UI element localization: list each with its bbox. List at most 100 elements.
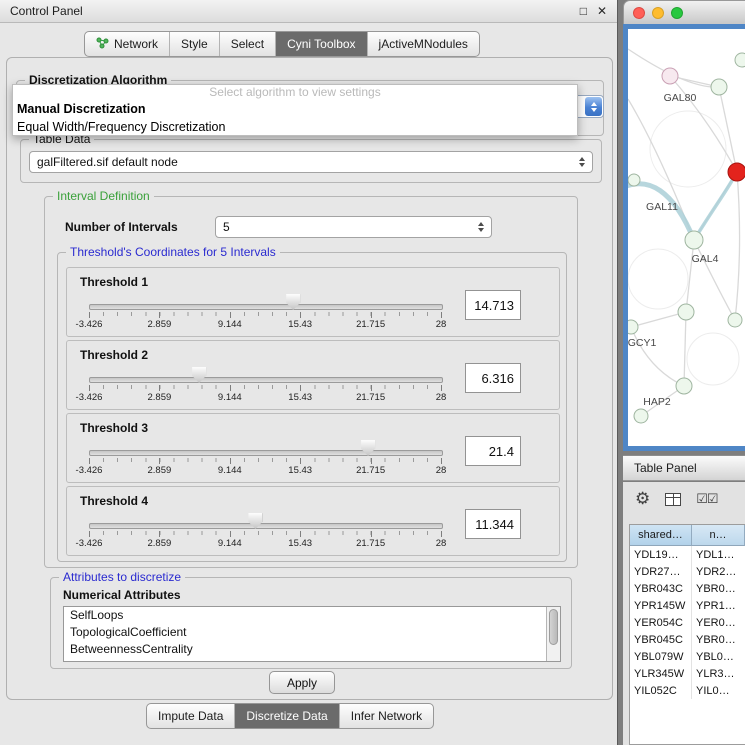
table-cell[interactable]: YDR27… [630,563,692,580]
tab-label: Discretize Data [246,709,327,723]
table-cell[interactable]: YBL0… [692,648,745,665]
combo-value: 5 [223,220,230,234]
threshold-4-value-input[interactable] [465,509,521,539]
tick-label: -3.426 [76,465,103,476]
table-cell[interactable]: YPR1… [692,597,745,614]
table-row[interactable]: YLR345WYLR3… [630,665,745,682]
float-window-icon[interactable]: □ [580,4,587,18]
tick-label: 21.715 [356,465,385,476]
combo-value: galFiltered.sif default node [37,155,178,169]
network-node[interactable] [662,68,678,84]
threshold-1-value-input[interactable] [465,290,521,320]
tab-label: Cyni Toolbox [287,37,355,51]
network-node[interactable] [678,304,694,320]
table-cell[interactable]: YER0… [692,614,745,631]
network-node[interactable] [711,79,727,95]
threshold-3-value-input[interactable] [465,436,521,466]
table-cell[interactable]: YBR0… [692,631,745,648]
tab-jactivemnodules[interactable]: jActiveMNodules [368,32,479,56]
list-item[interactable]: SelfLoops [64,607,560,624]
tab-select[interactable]: Select [220,32,276,56]
table-row[interactable]: YDL19…YDL1… [630,546,745,563]
tab-style[interactable]: Style [170,32,220,56]
threshold-2-slider[interactable] [89,377,443,383]
top-tab-bar: Network Style Select Cyni Toolbox jActiv… [84,31,480,57]
table-row[interactable]: YBR045CYBR0… [630,631,745,648]
threshold-2-value-input[interactable] [465,363,521,393]
slider-thumb[interactable] [286,294,300,310]
dropdown-item-equal-width-frequency[interactable]: Equal Width/Frequency Discretization [13,118,577,136]
tab-cyni-toolbox[interactable]: Cyni Toolbox [276,32,367,56]
close-button[interactable] [633,7,645,19]
slider-scale: -3.426 2.859 9.144 15.43 21.715 28 [89,385,441,407]
minimize-button[interactable] [652,7,664,19]
table-cell[interactable]: YDR2… [692,563,745,580]
table-cell[interactable]: YIL0… [692,682,745,699]
tab-infer-network[interactable]: Infer Network [340,704,433,728]
network-node[interactable] [728,313,742,327]
attributes-group: Attributes to discretize Numerical Attri… [50,577,572,669]
interval-definition-group: Interval Definition Number of Intervals … [44,196,578,568]
columns-icon[interactable] [665,493,681,506]
table-cell[interactable]: YBR043C [630,580,692,597]
network-node[interactable] [628,174,640,186]
slider-thumb[interactable] [361,440,375,456]
tab-label: jActiveMNodules [379,37,468,51]
column-header-name[interactable]: n… [692,525,745,546]
scrollbar-thumb[interactable] [549,609,558,645]
zoom-button[interactable] [671,7,683,19]
list-item[interactable]: BetweennessCentrality [64,641,560,658]
gear-icon[interactable]: ⚙ [635,490,650,508]
selected-network-node[interactable] [728,163,745,181]
network-view-window: GAL80 GAL11 GAL4 GCY1 HAP2 [623,0,745,451]
combo-spinner-icon[interactable] [585,97,602,116]
table-cell[interactable]: YLR345W [630,665,692,682]
network-canvas[interactable]: GAL80 GAL11 GAL4 GCY1 HAP2 [623,24,745,451]
table-row[interactable]: YER054CYER0… [630,614,745,631]
slider-thumb[interactable] [192,367,206,383]
table-cell[interactable]: YIL052C [630,682,692,699]
threshold-3-slider[interactable] [89,450,443,456]
network-node[interactable] [628,320,638,334]
column-header-shared-name[interactable]: shared… [630,525,692,546]
dropdown-item-manual-discretization[interactable]: Manual Discretization [13,100,577,118]
table-cell[interactable]: YBR0… [692,580,745,597]
apply-button[interactable]: Apply [269,671,335,694]
slider-scale: -3.426 2.859 9.144 15.43 21.715 28 [89,531,441,553]
number-of-intervals-combobox[interactable]: 5 [215,216,492,238]
tab-label: Network [114,37,158,51]
network-node[interactable] [676,378,692,394]
table-row[interactable]: YIL052CYIL0… [630,682,745,699]
tab-impute-data[interactable]: Impute Data [147,704,235,728]
table-row[interactable]: YBR043CYBR0… [630,580,745,597]
combo-spinner-icon[interactable] [573,157,585,167]
table-data-combobox[interactable]: galFiltered.sif default node [29,151,593,173]
tab-network[interactable]: Network [85,32,170,56]
tab-label: Impute Data [158,709,223,723]
table-row[interactable]: YDR27…YDR2… [630,563,745,580]
table-cell[interactable]: YPR145W [630,597,692,614]
network-node[interactable] [735,53,745,67]
table-cell[interactable]: YDL1… [692,546,745,563]
table-row[interactable]: YPR145WYPR1… [630,597,745,614]
tick-label: 28 [436,392,447,403]
table-cell[interactable]: YBL079W [630,648,692,665]
table-cell[interactable]: YBR045C [630,631,692,648]
tab-discretize-data[interactable]: Discretize Data [235,704,339,728]
select-columns-icon[interactable]: ☑☑ [696,491,717,507]
table-cell[interactable]: YLR3… [692,665,745,682]
table-cell[interactable]: YER054C [630,614,692,631]
combo-spinner-icon[interactable] [472,222,484,232]
close-window-icon[interactable]: ✕ [597,4,607,18]
table-row[interactable]: YBL079WYBL0… [630,648,745,665]
slider-thumb[interactable] [248,513,262,529]
table-header-row: shared… n… [630,525,745,546]
network-node[interactable] [685,231,703,249]
checkbox-icon: ☑ [696,491,707,506]
table-cell[interactable]: YDL19… [630,546,692,563]
network-node[interactable] [634,409,648,423]
threshold-1-slider[interactable] [89,304,443,310]
threshold-4-slider[interactable] [89,523,443,529]
list-item[interactable]: TopologicalCoefficient [64,624,560,641]
list-scrollbar[interactable] [546,607,560,661]
